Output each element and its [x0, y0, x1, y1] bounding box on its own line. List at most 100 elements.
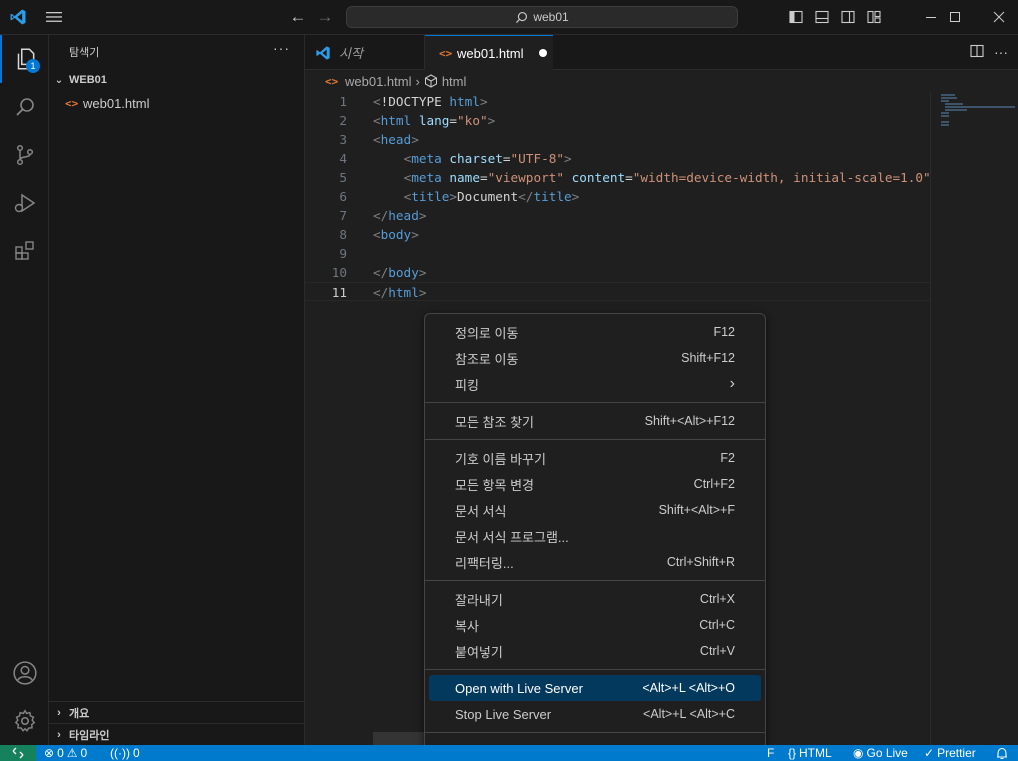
maximize-button[interactable]: [932, 0, 978, 34]
prettier-button[interactable]: ✓ Prettier: [924, 745, 976, 761]
tab-web01-html[interactable]: <> web01.html: [425, 35, 553, 70]
maximize-icon: [950, 12, 960, 22]
double-check-icon: ✓: [924, 746, 935, 760]
code-token: title: [411, 189, 450, 204]
menu-item[interactable]: 참조로 이동 Shift+F12: [429, 345, 761, 371]
code-line[interactable]: 1 <!DOCTYPE html>: [305, 92, 930, 111]
file-name: web01.html: [83, 95, 150, 111]
command-center-search[interactable]: web01: [346, 6, 738, 28]
code-line[interactable]: 5 <meta name="viewport" content="width=d…: [305, 168, 930, 187]
more-actions-icon[interactable]: ···: [993, 44, 1009, 60]
code-token: body: [388, 265, 419, 280]
code-token: >: [418, 265, 427, 280]
code-token: <: [373, 132, 381, 147]
menu-item[interactable]: 피킹 ›: [429, 371, 761, 397]
code-token: >: [418, 285, 427, 300]
code-text: </html>: [373, 283, 426, 302]
menu-item[interactable]: 모든 항목 변경 Ctrl+F2: [429, 471, 761, 497]
run-debug-icon: [14, 193, 35, 213]
toggle-panel-icon[interactable]: [814, 9, 830, 25]
code-line[interactable]: 6 <title>Document</title>: [305, 187, 930, 206]
code-token: >: [411, 227, 419, 242]
code-line[interactable]: 4 <meta charset="UTF-8">: [305, 149, 930, 168]
menu-item[interactable]: Stop Live Server <Alt>+L <Alt>+C: [429, 701, 761, 727]
go-live-button[interactable]: ◉ Go Live: [853, 745, 908, 761]
customize-layout-icon[interactable]: [866, 9, 882, 25]
code-token: content: [571, 170, 626, 185]
html-file-icon: <>: [325, 74, 339, 88]
menu-item[interactable]: 복사 Ctrl+C: [429, 612, 761, 638]
menu-item-shortcut: <Alt>+L <Alt>+C: [643, 707, 735, 721]
error-count: 0: [57, 746, 64, 760]
code-token: "ko": [457, 113, 488, 128]
tab-label: 시작: [339, 46, 363, 61]
menu-icon[interactable]: [44, 9, 64, 25]
breadcrumb-symbol[interactable]: html: [442, 74, 467, 89]
eol-indicator[interactable]: F: [767, 745, 774, 761]
notifications-button[interactable]: [996, 745, 1008, 761]
menu-item[interactable]: 문서 서식 프로그램...: [429, 523, 761, 549]
activity-extensions[interactable]: [0, 227, 49, 275]
symbol-element-icon: [424, 74, 437, 88]
extensions-icon: [14, 241, 34, 260]
unsaved-dot-icon[interactable]: [539, 49, 548, 57]
activity-manage[interactable]: [0, 697, 49, 745]
menu-item[interactable]: 기호 이름 바꾸기 F2: [429, 445, 761, 471]
activity-run-debug[interactable]: [0, 179, 49, 227]
split-editor-icon[interactable]: [969, 44, 985, 60]
menu-separator: [425, 580, 765, 581]
code-token: >: [571, 189, 580, 204]
folder-header[interactable]: ⌄ WEB01: [49, 69, 305, 91]
menu-item[interactable]: 정의로 이동 F12: [429, 319, 761, 345]
minimap[interactable]: [930, 92, 1018, 745]
chevron-right-icon: ›: [729, 375, 735, 392]
ports-indicator[interactable]: ((·)) 0: [110, 745, 140, 761]
timeline-section[interactable]: › 타임라인: [49, 723, 305, 745]
forward-arrow-icon[interactable]: →: [315, 8, 335, 26]
code-line[interactable]: 3 <head>: [305, 130, 930, 149]
remote-indicator[interactable]: [0, 745, 36, 761]
code-line[interactable]: 8 <body>: [305, 225, 930, 244]
activity-explorer[interactable]: 1: [0, 35, 49, 83]
toggle-primary-sidebar-icon[interactable]: [788, 9, 804, 25]
code-token: >: [418, 208, 427, 223]
menu-item[interactable]: Open with Live Server <Alt>+L <Alt>+O: [429, 675, 761, 701]
braces-icon: {}: [788, 746, 797, 760]
sidebar-more-actions[interactable]: ···: [273, 40, 290, 56]
code-line[interactable]: 10 </body>: [305, 263, 930, 282]
code-text: <!DOCTYPE html>: [373, 92, 488, 111]
activity-accounts[interactable]: [0, 649, 49, 697]
code-token: >: [449, 189, 458, 204]
menu-item-label: 복사: [455, 618, 479, 634]
close-window-button[interactable]: [976, 0, 1018, 34]
code-line[interactable]: 7 </head>: [305, 206, 930, 225]
command-center-text: web01: [533, 10, 569, 24]
code-token: =: [625, 170, 633, 185]
language-mode[interactable]: {} HTML: [788, 745, 832, 761]
code-line[interactable]: 11 </html>: [305, 282, 930, 301]
outline-section[interactable]: › 개요: [49, 701, 305, 723]
activity-search[interactable]: [0, 83, 49, 131]
sidebar-title: 탐색기: [69, 47, 100, 59]
menu-item[interactable]: 잘라내기 Ctrl+X: [429, 586, 761, 612]
menu-item[interactable]: 리팩터링... Ctrl+Shift+R: [429, 549, 761, 575]
toggle-secondary-sidebar-icon[interactable]: [840, 9, 856, 25]
menu-item-shortcut: F12: [713, 325, 735, 339]
back-arrow-icon[interactable]: ←: [288, 8, 308, 26]
code-token: "width=device-width, initial-scale=1.0": [632, 170, 931, 185]
menu-item[interactable]: 모든 참조 찾기 Shift+<Alt>+F12: [429, 408, 761, 434]
tab-label: web01.html: [457, 45, 524, 61]
menu-item[interactable]: 문서 서식 Shift+<Alt>+F: [429, 497, 761, 523]
menu-item[interactable]: 붙여넣기 Ctrl+V: [429, 638, 761, 664]
breadcrumb-file[interactable]: web01.html: [345, 74, 411, 89]
tab-welcome[interactable]: 시작: [305, 35, 425, 70]
line-number: 2: [339, 113, 347, 128]
file-item[interactable]: <> web01.html: [49, 92, 305, 114]
code-line[interactable]: 2 <html lang="ko">: [305, 111, 930, 130]
code-line[interactable]: 9: [305, 244, 930, 263]
code-token: </: [373, 208, 389, 223]
problems-indicator[interactable]: ⊗ 0 ⚠ 0: [44, 745, 87, 761]
title-bar: ← → web01: [0, 0, 1018, 35]
activity-source-control[interactable]: [0, 131, 49, 179]
